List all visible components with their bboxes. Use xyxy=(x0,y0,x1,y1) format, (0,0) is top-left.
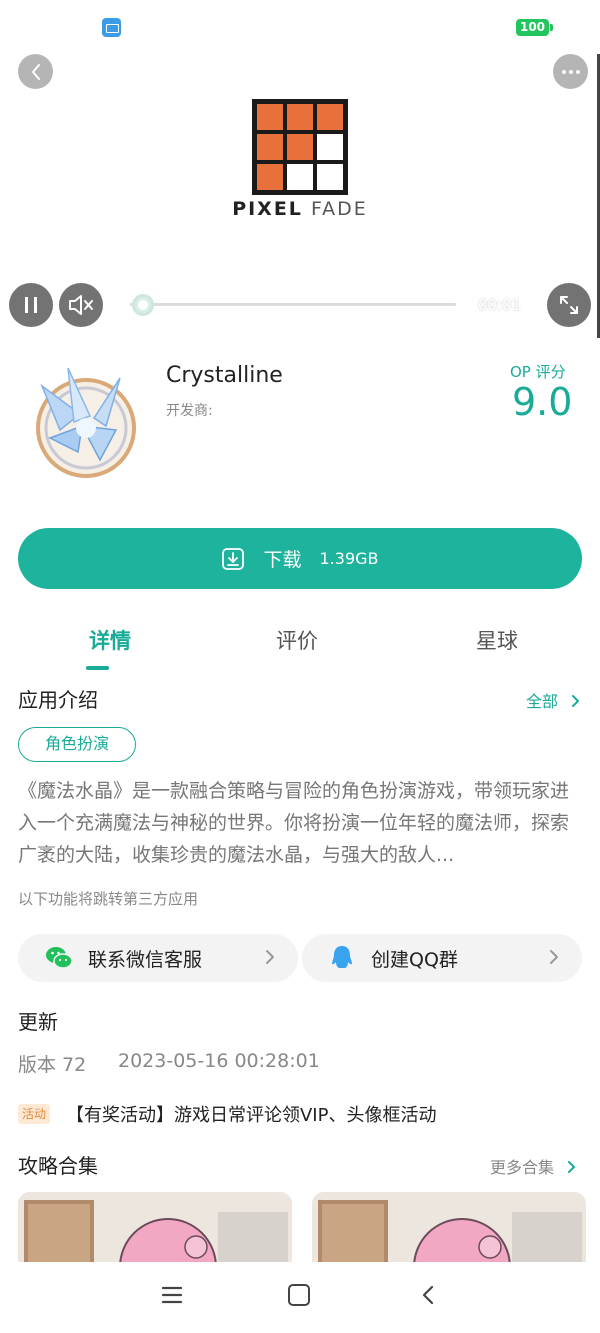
guide-thumbnail-image xyxy=(312,1192,586,1272)
download-icon xyxy=(222,547,245,570)
guide-thumbnail-image xyxy=(18,1192,292,1272)
battery-indicator: 100 xyxy=(516,19,553,36)
developer-label: 开发商: xyxy=(166,403,213,419)
back-nav-icon[interactable] xyxy=(418,1284,440,1306)
tab-bar: 详情 评价 星球 xyxy=(0,625,600,671)
chevron-right-icon xyxy=(550,950,558,964)
update-date: 2023-05-16 00:28:01 xyxy=(118,1050,320,1072)
menu-icon[interactable] xyxy=(161,1284,183,1306)
game-title: Crystalline xyxy=(166,363,283,388)
download-size: 1.39GB xyxy=(319,549,379,568)
status-bar: 100 xyxy=(0,0,600,54)
pixel-fade-logo xyxy=(252,99,348,195)
more-options-button[interactable] xyxy=(553,54,588,89)
intro-section-title: 应用介绍 xyxy=(18,688,98,712)
active-tab-indicator xyxy=(86,666,109,670)
pause-icon xyxy=(25,297,37,313)
playback-time: 00:01 xyxy=(478,296,522,314)
chevron-right-icon xyxy=(568,1161,576,1173)
fullscreen-button[interactable] xyxy=(547,283,591,327)
third-party-note: 以下功能将跳转第三方应用 xyxy=(18,890,199,908)
speaker-muted-icon xyxy=(69,295,93,315)
event-badge: 活动 xyxy=(18,1104,51,1124)
chevron-right-icon xyxy=(266,950,274,964)
tab-planet[interactable]: 星球 xyxy=(437,625,557,655)
system-nav-bar xyxy=(0,1262,600,1333)
version-label: 版本 72 xyxy=(18,1054,87,1076)
notification-app-icon xyxy=(102,18,121,37)
event-link[interactable]: 【有奖活动】游戏日常评论领VIP、头像框活动 xyxy=(66,1101,436,1127)
create-qq-group-label: 创建QQ群 xyxy=(371,948,458,971)
chevron-right-icon xyxy=(572,695,580,707)
chevron-left-icon xyxy=(31,63,40,80)
qq-icon xyxy=(332,946,352,968)
more-guides-label: 更多合集 xyxy=(490,1158,555,1177)
back-button[interactable] xyxy=(18,54,53,89)
more-dots-icon xyxy=(561,69,580,74)
expand-icon xyxy=(560,296,578,314)
wechat-support-label: 联系微信客服 xyxy=(88,948,203,971)
logo-wordmark: PIXEL FADE xyxy=(232,198,368,220)
download-label: 下载 xyxy=(263,549,302,571)
wechat-icon xyxy=(46,947,73,969)
guide-card[interactable] xyxy=(312,1192,586,1272)
intro-all-link[interactable]: 全部 xyxy=(526,688,583,712)
tab-reviews[interactable]: 评价 xyxy=(237,625,357,655)
mute-button[interactable] xyxy=(59,283,103,327)
score-value: 9.0 xyxy=(512,380,573,424)
game-crystal-icon xyxy=(36,367,136,478)
score-label: OP 评分 xyxy=(510,363,566,381)
wechat-support-button[interactable]: 联系微信客服 xyxy=(18,934,298,982)
more-guides-link[interactable]: 更多合集 xyxy=(490,1154,579,1178)
update-section-title: 更新 xyxy=(18,1010,58,1034)
app-description[interactable]: 《魔法水晶》是一款融合策略与冒险的角色扮演游戏，带领玩家进入一个充满魔法与神秘的… xyxy=(18,775,584,871)
home-icon[interactable] xyxy=(288,1284,310,1306)
tab-details[interactable]: 详情 xyxy=(50,625,170,655)
guide-card[interactable] xyxy=(18,1192,292,1272)
download-button[interactable]: 下载 1.39GB xyxy=(18,528,582,589)
intro-all-label: 全部 xyxy=(526,692,559,711)
progress-thumb[interactable] xyxy=(131,294,154,316)
genre-tag[interactable]: 角色扮演 xyxy=(18,727,136,762)
pause-button[interactable] xyxy=(9,283,53,327)
guides-section-title: 攻略合集 xyxy=(18,1154,98,1178)
create-qq-group-button[interactable]: 创建QQ群 xyxy=(302,934,582,982)
progress-track[interactable] xyxy=(130,303,456,306)
